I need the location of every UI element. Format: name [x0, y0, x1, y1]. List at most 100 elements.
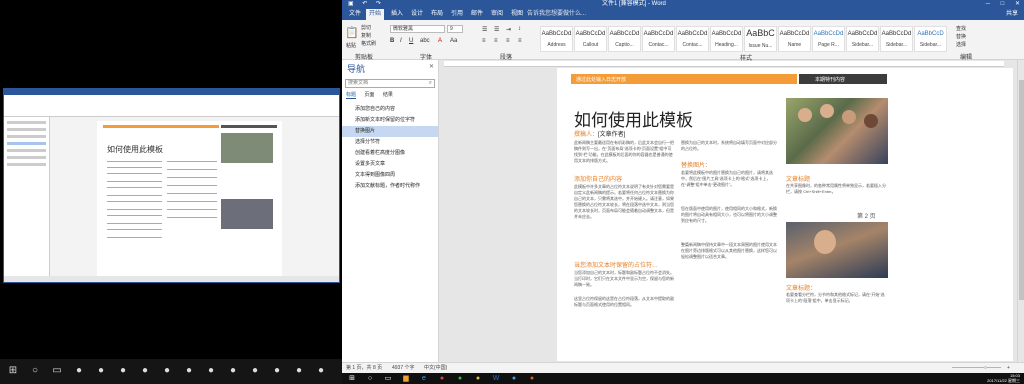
app-icon[interactable]: ●	[118, 366, 128, 376]
highlight-button[interactable]: Aa	[450, 38, 457, 44]
style-sidebar-2[interactable]: AaBbCcDd Sidebar...	[880, 26, 913, 52]
nav-item[interactable]: 设置多页文章	[342, 159, 438, 170]
tab-mailings[interactable]: 邮件	[468, 9, 486, 20]
find-button[interactable]: 查找	[956, 25, 966, 32]
nav-tab-pages[interactable]: 页面	[364, 92, 374, 98]
style-name[interactable]: AaBbCcDd Name	[778, 26, 811, 52]
student-photo[interactable]	[786, 222, 888, 278]
start-icon[interactable]: ⊞	[8, 366, 18, 376]
style-contact-2[interactable]: AaBbCcDd Contac...	[676, 26, 709, 52]
app-icon[interactable]: ●	[184, 366, 194, 376]
style-heading[interactable]: AaBbCcDd Heading...	[710, 26, 743, 52]
paste-icon[interactable]: 📋	[345, 26, 359, 39]
copy-button[interactable]: 复制	[361, 32, 371, 39]
task-view-icon[interactable]: ▭	[52, 366, 62, 376]
tell-me-box[interactable]: 告诉我您想要做什么...	[527, 9, 586, 20]
format-painter-button[interactable]: 格式刷	[361, 40, 376, 47]
save-icon[interactable]: ▣	[348, 1, 354, 7]
app-icon[interactable]: ●	[206, 366, 216, 376]
bold-button[interactable]: B	[390, 38, 394, 44]
style-sidebar-1[interactable]: AaBbCcDd Sidebar...	[846, 26, 879, 52]
justify-icon[interactable]: ≡	[518, 38, 522, 44]
align-left-icon[interactable]: ≡	[482, 38, 486, 44]
underline-button[interactable]: U	[409, 38, 413, 44]
start-icon[interactable]: ⊞	[346, 374, 358, 383]
nav-tab-results[interactable]: 结果	[383, 92, 393, 98]
document-page[interactable]: 通过此处输入日志开放 本期特刊内容 如何使用此模板 撰稿人：[文章作者] 此新闻…	[557, 68, 1013, 361]
search-icon[interactable]: ○	[30, 366, 40, 376]
task-view-icon[interactable]: ▭	[382, 374, 394, 383]
nav-item[interactable]: 选择分节符	[342, 137, 438, 148]
tab-home[interactable]: 开始	[366, 9, 385, 20]
numbering-icon[interactable]: ☰	[494, 26, 499, 33]
group-photo[interactable]	[786, 98, 888, 164]
font-name-select[interactable]: 微软雅黑	[390, 25, 445, 33]
app-icon[interactable]: ●	[436, 374, 448, 383]
replace-button[interactable]: 替换	[956, 33, 966, 40]
horizontal-ruler[interactable]	[444, 61, 1004, 67]
nav-tab-headings[interactable]: 标题	[346, 92, 357, 99]
app-icon[interactable]: ●	[96, 366, 106, 376]
app-icon[interactable]: ●	[140, 366, 150, 376]
indent-icon[interactable]: ⇥	[506, 26, 511, 33]
nav-item[interactable]: 添加新文本时保留的位字符	[342, 115, 438, 126]
word-icon[interactable]: W	[490, 374, 502, 383]
style-callout[interactable]: AaBbCcDd Callout	[574, 26, 607, 52]
app-icon[interactable]: ●	[162, 366, 172, 376]
scrollbar-thumb[interactable]	[1019, 80, 1024, 300]
font-color-button[interactable]: A	[438, 38, 442, 44]
strikethrough-button[interactable]: abc	[420, 38, 430, 44]
app-icon[interactable]: ●	[472, 374, 484, 383]
sort-icon[interactable]: ↕	[518, 26, 521, 32]
app-icon[interactable]: ●	[250, 366, 260, 376]
title-bar[interactable]: ▣ ↶ ↷ 文件1 [兼容模式] - Word ─ □ ✕	[342, 0, 1024, 9]
style-address[interactable]: AaBbCcDd Address	[540, 26, 573, 52]
tab-review[interactable]: 审阅	[488, 9, 506, 20]
style-contact-1[interactable]: AaBbCcDd Contac...	[642, 26, 675, 52]
tab-insert[interactable]: 插入	[388, 9, 406, 20]
style-issue-number[interactable]: AaBbC Issue Nu...	[744, 26, 777, 52]
app-icon[interactable]: ●	[508, 374, 520, 383]
nav-item-selected[interactable]: 替换图片	[342, 126, 438, 137]
minimize-icon[interactable]: ─	[986, 1, 990, 7]
app-icon[interactable]: ●	[74, 366, 84, 376]
file-explorer-icon[interactable]: ▆	[400, 374, 412, 383]
nav-item[interactable]: 添加您自己的内容	[342, 104, 438, 115]
cut-button[interactable]: 剪切	[361, 24, 371, 31]
app-icon[interactable]: ●	[294, 366, 304, 376]
left-word-window[interactable]: 如何使用此模板	[3, 88, 340, 283]
undo-icon[interactable]: ↶	[362, 1, 367, 7]
clock[interactable]: 15:03 2017/11/22 星期三	[987, 373, 1020, 383]
search-icon[interactable]: ○	[364, 374, 376, 383]
tab-references[interactable]: 引用	[448, 9, 466, 20]
tab-file[interactable]: 文件	[346, 9, 364, 20]
italic-button[interactable]: I	[400, 38, 402, 44]
app-icon[interactable]: ●	[526, 374, 538, 383]
close-icon[interactable]: ✕	[429, 63, 434, 70]
app-icon[interactable]: ●	[272, 366, 282, 376]
app-icon[interactable]: ●	[454, 374, 466, 383]
bullets-icon[interactable]: ☰	[482, 26, 487, 33]
nav-item[interactable]: 文本得到图像四周	[342, 170, 438, 181]
select-button[interactable]: 选择	[956, 41, 966, 48]
tab-view[interactable]: 视图	[508, 9, 526, 20]
maximize-icon[interactable]: □	[1001, 1, 1005, 7]
nav-search-input[interactable]: 搜索文档 ⌕	[345, 79, 435, 88]
share-button[interactable]: 共享	[1006, 9, 1018, 20]
nav-item[interactable]: 创建看着栏高度分图像	[342, 148, 438, 159]
close-icon[interactable]: ✕	[1015, 1, 1020, 7]
app-icon[interactable]: ●	[316, 366, 326, 376]
nav-item[interactable]: 添加文献标题，作者时代称作	[342, 181, 438, 192]
redo-icon[interactable]: ↷	[376, 1, 381, 7]
search-icon[interactable]: ⌕	[429, 80, 432, 87]
style-caption[interactable]: AaBbCcDd Captio...	[608, 26, 641, 52]
tab-design[interactable]: 设计	[408, 9, 426, 20]
vertical-scrollbar[interactable]	[1017, 60, 1024, 362]
paste-button[interactable]: 粘贴	[346, 42, 356, 49]
tab-layout[interactable]: 布局	[428, 9, 446, 20]
style-page-ref[interactable]: AaBbCcDd Page R...	[812, 26, 845, 52]
style-sidebar-3[interactable]: AaBbCcD Sidebar...	[914, 26, 947, 52]
edge-icon[interactable]: e	[418, 374, 430, 383]
app-icon[interactable]: ●	[228, 366, 238, 376]
align-center-icon[interactable]: ≡	[494, 38, 498, 44]
